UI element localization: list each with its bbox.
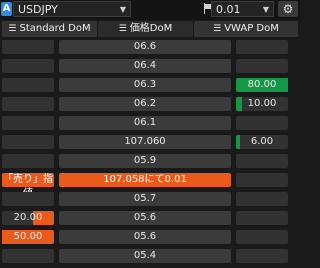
settings-button[interactable]: ⚙: [278, 1, 298, 17]
ask-volume: 10.00: [247, 98, 277, 109]
price-cell[interactable]: 05.6: [59, 211, 231, 225]
price-cell[interactable]: 05.9: [59, 154, 231, 168]
list-icon: ☰: [8, 24, 17, 34]
symbol-select[interactable]: USDJPY ▼: [13, 1, 131, 17]
ask-volume-bar: [236, 97, 242, 111]
ask-volume: 6.00: [250, 136, 274, 147]
price-step-value: 0.01: [216, 3, 241, 16]
tab-price-dom[interactable]: ☰ 価格DoM: [98, 21, 193, 37]
price-cell[interactable]: 06.3: [59, 78, 231, 92]
chevron-down-icon: ▼: [119, 5, 126, 14]
price-cell[interactable]: 06.2: [59, 97, 231, 111]
ask-cell[interactable]: [236, 59, 288, 73]
gear-icon: ⚙: [282, 2, 294, 16]
ask-cell[interactable]: [236, 211, 288, 225]
ask-cell[interactable]: [236, 173, 288, 187]
bid-cell[interactable]: 「売り」指値: [2, 173, 54, 199]
bid-volume: 50.00: [13, 231, 43, 242]
order-price-cell[interactable]: 107.058にて0.01: [59, 173, 231, 187]
ask-cell[interactable]: 10.00: [236, 97, 288, 111]
tab-label: Standard DoM: [19, 23, 91, 34]
price-cell[interactable]: 06.6: [59, 40, 231, 54]
bid-volume: 20.00: [13, 212, 43, 223]
ask-volume: 80.00: [247, 79, 277, 90]
ask-cell[interactable]: 80.00: [236, 78, 288, 92]
chevron-down-icon: ▼: [262, 5, 269, 14]
ask-cell[interactable]: 6.00: [236, 135, 288, 149]
symbol-value: USDJPY: [18, 3, 58, 16]
bid-cell[interactable]: [2, 135, 54, 149]
bid-cell[interactable]: [2, 40, 54, 54]
price-cell[interactable]: 05.6: [59, 230, 231, 244]
bid-cell[interactable]: [2, 78, 54, 92]
price-cell[interactable]: 05.4: [59, 249, 231, 263]
ask-cell[interactable]: [236, 192, 288, 206]
bid-cell[interactable]: [2, 59, 54, 73]
ask-volume-bar: [236, 135, 240, 149]
ask-cell[interactable]: [236, 154, 288, 168]
list-icon: ☰: [118, 24, 127, 34]
price-step-select[interactable]: 0.01 ▼: [211, 1, 274, 17]
ask-cell[interactable]: [236, 249, 288, 263]
bid-cell[interactable]: [2, 116, 54, 130]
tab-label: VWAP DoM: [224, 23, 279, 34]
price-cell[interactable]: 06.4: [59, 59, 231, 73]
ask-cell[interactable]: [236, 230, 288, 244]
app-logo: A: [1, 2, 12, 16]
toolbar: A USDJPY ▼ 0.01 ▼ ⚙: [0, 0, 300, 20]
tab-label: 価格DoM: [129, 23, 173, 34]
list-icon: ☰: [213, 24, 222, 34]
ask-cell[interactable]: [236, 116, 288, 130]
ask-cell[interactable]: [236, 40, 288, 54]
price-cell[interactable]: 107.060: [59, 135, 231, 149]
price-cell[interactable]: 06.1: [59, 116, 231, 130]
price-cell[interactable]: 05.7: [59, 192, 231, 206]
bid-cell[interactable]: [2, 249, 54, 263]
bid-cell[interactable]: [2, 97, 54, 111]
bid-cell[interactable]: [2, 154, 54, 168]
bid-cell[interactable]: 50.00: [2, 230, 54, 244]
bid-cell[interactable]: [2, 192, 54, 206]
bid-cell[interactable]: 20.00: [2, 211, 54, 225]
tab-vwap-dom[interactable]: ☰ VWAP DoM: [194, 21, 298, 37]
tab-standard-dom[interactable]: ☰ Standard DoM: [2, 21, 97, 37]
